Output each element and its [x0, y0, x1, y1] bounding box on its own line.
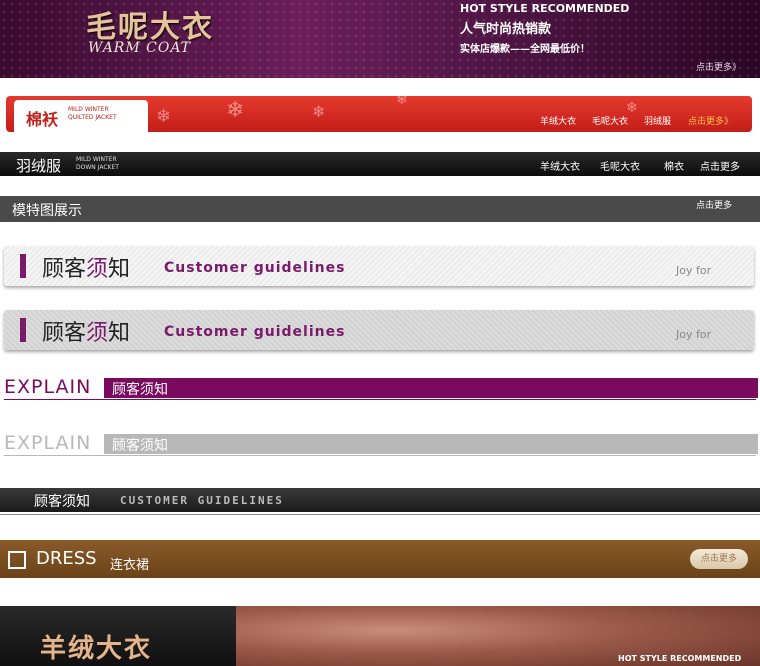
- promo-line-2: 实体店爆款——全网最低价！: [460, 44, 590, 55]
- cotton-en-line-2: QUILTED JACKET: [68, 114, 117, 121]
- nav-link-cashmere[interactable]: 羊绒大衣: [540, 114, 576, 127]
- customer-guidelines-bar: [0, 488, 760, 512]
- hot-style-label: HOT STYLE RECOMMENDED: [618, 654, 742, 663]
- cotton-en-line-1: MILD WINTER: [68, 106, 109, 113]
- explain-bar: [104, 378, 758, 398]
- snowflake-icon: ❄: [226, 98, 245, 123]
- dress-cn-title: 连衣裙: [110, 558, 150, 573]
- explain-underline: [4, 455, 756, 456]
- guidelines-right-text: Joy for: [676, 264, 712, 277]
- more-link[interactable]: 点击更多: [696, 198, 732, 211]
- square-icon: [8, 551, 26, 569]
- cashmere-title: 羊绒大衣: [40, 634, 153, 664]
- more-link[interactable]: 点击更多》: [688, 114, 733, 127]
- explain-bar: [104, 434, 758, 454]
- nav-link-wool-coat[interactable]: 毛呢大衣: [600, 158, 640, 173]
- guidelines-en-title: Customer guidelines: [164, 260, 346, 276]
- promo-line-1: 人气时尚热销款: [460, 22, 552, 37]
- hot-style-label: HOT STYLE RECOMMENDED: [460, 2, 630, 15]
- customer-guidelines-underline: [0, 514, 760, 515]
- accent-marker: [20, 318, 26, 342]
- more-button[interactable]: 点击更多: [690, 549, 748, 569]
- warm-coat-subtitle: WARM COAT: [88, 40, 192, 56]
- nav-link-cotton[interactable]: 棉衣: [664, 158, 684, 173]
- accent-marker: [20, 254, 26, 278]
- snowflake-icon: ❄: [396, 96, 408, 108]
- guidelines-cn-title: 顾客须知: [42, 257, 131, 282]
- guidelines-right-text: Joy for: [676, 328, 712, 341]
- explain-label: EXPLAIN: [4, 376, 92, 398]
- customer-cn-title: 顾客须知: [34, 494, 90, 510]
- nav-link-wool-coat[interactable]: 毛呢大衣: [592, 114, 628, 127]
- guidelines-en-title: Customer guidelines: [164, 324, 346, 340]
- explain-cn-title: 顾客须知: [112, 438, 168, 454]
- model-showcase-title: 模特图展示: [12, 203, 82, 219]
- guidelines-cn-title: 顾客须知: [42, 321, 131, 346]
- cotton-title: 棉袄: [26, 110, 59, 129]
- explain-label: EXPLAIN: [4, 432, 92, 454]
- down-en-line-1: MILD WINTER: [76, 156, 117, 163]
- down-en-line-2: DOWN JACKET: [76, 164, 119, 171]
- customer-en-title: CUSTOMER GUIDELINES: [120, 494, 284, 507]
- nav-link-down[interactable]: 羽绒服: [644, 114, 671, 127]
- snowflake-icon: ❄: [156, 106, 172, 127]
- nav-link-cashmere[interactable]: 羊绒大衣: [540, 158, 580, 173]
- dress-title: DRESS: [36, 548, 97, 569]
- explain-underline: [4, 399, 756, 400]
- more-link[interactable]: 点击更多: [700, 158, 740, 173]
- more-link[interactable]: 点击更多》: [696, 60, 741, 73]
- down-title: 羽绒服: [16, 157, 62, 175]
- model-showcase-bar: [0, 196, 760, 222]
- explain-cn-title: 顾客须知: [112, 382, 168, 398]
- snowflake-icon: ❄: [312, 102, 326, 121]
